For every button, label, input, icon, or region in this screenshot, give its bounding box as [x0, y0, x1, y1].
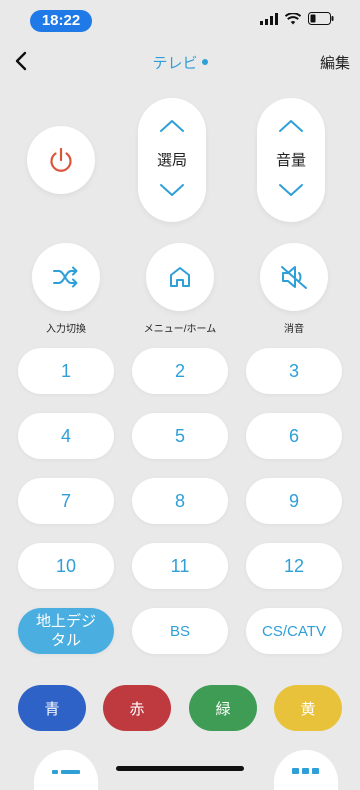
number-key-12[interactable]: 12	[246, 543, 342, 589]
input-switch-button[interactable]	[32, 243, 100, 311]
volume-up-button[interactable]	[276, 116, 306, 136]
status-icons	[260, 12, 334, 25]
chevron-down-icon	[160, 184, 184, 196]
battery-icon	[308, 12, 334, 25]
signal-icon	[260, 12, 278, 25]
power-button[interactable]	[27, 126, 95, 194]
channel-label: 選局	[156, 152, 187, 169]
cs-catv-button[interactable]: CS/CATV	[246, 608, 342, 654]
number-key-5[interactable]: 5	[132, 413, 228, 459]
title-dot	[201, 59, 208, 66]
chevron-down-icon	[279, 184, 303, 196]
channel-down-button[interactable]	[157, 180, 187, 200]
home-icon	[170, 267, 190, 287]
grid-button[interactable]	[274, 750, 338, 790]
blue-button[interactable]: 青	[18, 685, 86, 731]
edit-button[interactable]: 編集	[320, 52, 350, 73]
list-icon	[52, 770, 80, 774]
grid-icon	[292, 768, 319, 774]
number-key-4[interactable]: 4	[18, 413, 114, 459]
power-icon	[50, 147, 72, 172]
mute-button[interactable]	[260, 243, 328, 311]
mute-icon	[281, 266, 307, 289]
number-key-7[interactable]: 7	[18, 478, 114, 524]
home-indicator	[116, 766, 244, 771]
status-bar: 18:22	[0, 0, 360, 44]
menu-home-label: メニュー/ホーム	[143, 324, 217, 335]
number-key-6[interactable]: 6	[246, 413, 342, 459]
volume-down-button[interactable]	[276, 180, 306, 200]
menu-home-button[interactable]	[146, 243, 214, 311]
list-button[interactable]	[34, 750, 98, 790]
channel-up-button[interactable]	[157, 116, 187, 136]
bs-button[interactable]: BS	[132, 608, 228, 654]
nav-bar: テレビ 編集	[0, 44, 360, 78]
red-button[interactable]: 赤	[103, 685, 171, 731]
page-title[interactable]: テレビ	[0, 52, 360, 73]
wifi-icon	[285, 12, 301, 24]
page-title-text: テレビ	[152, 55, 198, 72]
number-key-2[interactable]: 2	[132, 348, 228, 394]
number-key-11[interactable]: 11	[132, 543, 228, 589]
number-key-1[interactable]: 1	[18, 348, 114, 394]
status-time: 18:22	[30, 10, 92, 32]
number-key-8[interactable]: 8	[132, 478, 228, 524]
volume-rocker: 音量	[257, 98, 325, 222]
chevron-up-icon	[279, 120, 303, 132]
number-key-9[interactable]: 9	[246, 478, 342, 524]
mute-label: 消音	[284, 324, 304, 335]
shuffle-icon	[53, 266, 78, 288]
volume-label: 音量	[275, 152, 306, 169]
channel-rocker: 選局	[138, 98, 206, 222]
terrestrial-digital-button[interactable]: 地上デジタル	[18, 608, 114, 654]
green-button[interactable]: 緑	[189, 685, 257, 731]
chevron-up-icon	[160, 120, 184, 132]
number-key-10[interactable]: 10	[18, 543, 114, 589]
input-switch-label: 入力切換	[46, 324, 86, 335]
yellow-button[interactable]: 黄	[274, 685, 342, 731]
number-key-3[interactable]: 3	[246, 348, 342, 394]
